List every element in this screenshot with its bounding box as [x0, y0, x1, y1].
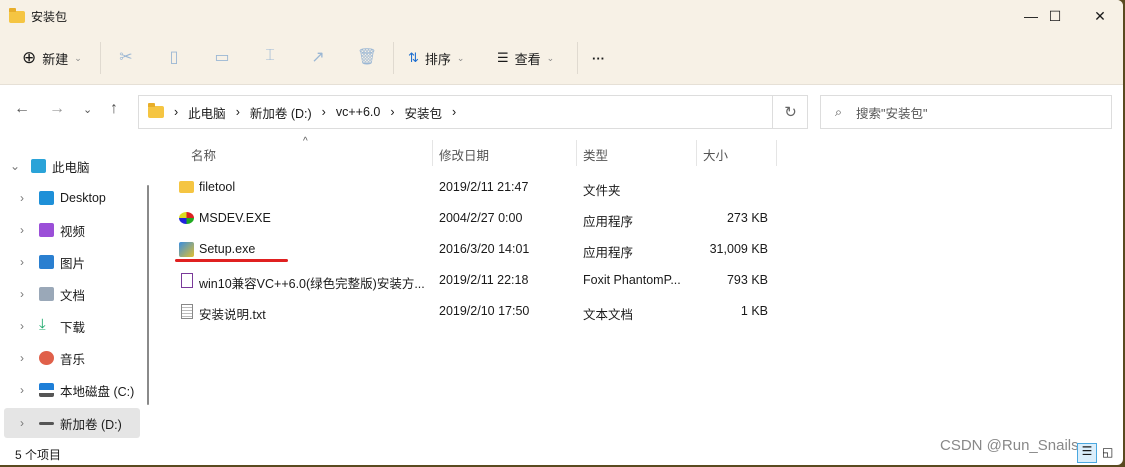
view-button[interactable]: ☰ 查看 ⌄: [497, 42, 554, 74]
breadcrumb-item[interactable]: 安装包: [405, 103, 443, 122]
computer-icon: [31, 159, 46, 173]
chevron-down-icon[interactable]: ⌄: [10, 159, 20, 173]
chevron-right-icon[interactable]: ›: [20, 416, 24, 430]
chevron-right-icon: ›: [235, 105, 240, 119]
sort-icon: ⇅: [408, 50, 419, 65]
title-toolbar-area: 安装包 — ☐ ✕ ⊕ 新建 ⌄ ✂ ▯ ▭ ⌶ ↗ 🗑 ⇅ 排序 ⌄ ☰ 查看 ⌄ ···: [0, 0, 1123, 85]
sidebar-item-music[interactable]: › 音乐: [4, 343, 140, 373]
file-row[interactable]: MSDEV.EXE 2004/2/27 0:00 应用程序 273 KB: [170, 204, 780, 232]
breadcrumb-item[interactable]: vc++6.0: [336, 105, 380, 119]
new-button[interactable]: ⊕ 新建 ⌄: [22, 42, 82, 74]
pdf-icon: [181, 273, 193, 288]
divider: [577, 42, 578, 74]
column-header-date[interactable]: 修改日期: [439, 145, 489, 165]
sidebar-item-desktop[interactable]: › Desktop: [4, 183, 140, 213]
status-item-count: 5 个项目: [15, 448, 62, 462]
breadcrumb-item[interactable]: 新加卷 (D:): [250, 103, 312, 122]
tiles-view-button[interactable]: ◱: [1102, 445, 1113, 459]
chevron-right-icon: ›: [390, 105, 395, 119]
column-header-name[interactable]: 名称: [191, 145, 216, 165]
chevron-right-icon: ›: [174, 105, 179, 119]
desktop-icon: [39, 191, 54, 205]
chevron-right-icon[interactable]: ›: [20, 223, 24, 237]
column-header-type[interactable]: 类型: [583, 145, 608, 165]
details-view-button[interactable]: ☰: [1077, 443, 1097, 463]
chevron-right-icon[interactable]: ›: [20, 351, 24, 365]
file-row[interactable]: 安装说明.txt 2019/2/10 17:50 文本文档 1 KB: [170, 297, 780, 325]
drive-c-icon: [39, 383, 54, 397]
rename-icon[interactable]: ⌶: [259, 47, 281, 69]
column-divider[interactable]: [696, 140, 697, 166]
search-input[interactable]: ⌕ 搜索"安装包": [820, 95, 1112, 129]
chevron-down-icon: ⌄: [74, 52, 82, 63]
documents-icon: [39, 287, 54, 301]
chevron-right-icon[interactable]: ›: [20, 319, 24, 333]
delete-icon[interactable]: 🗑: [356, 47, 378, 69]
title-bar: 安装包: [9, 7, 68, 25]
maximize-button[interactable]: ☐: [1032, 0, 1078, 32]
copy-icon[interactable]: ▯: [163, 47, 185, 69]
msdev-icon: [179, 212, 194, 224]
up-button[interactable]: ↑: [110, 100, 118, 118]
music-icon: [39, 351, 54, 365]
file-row[interactable]: filetool 2019/2/11 21:47 文件夹: [170, 173, 780, 201]
column-divider[interactable]: [576, 140, 577, 166]
list-icon: ☰: [497, 50, 509, 65]
file-row[interactable]: Setup.exe 2016/3/20 14:01 应用程序 31,009 KB: [170, 235, 780, 263]
sort-button[interactable]: ⇅ 排序 ⌄: [408, 42, 464, 74]
folder-icon: [9, 7, 25, 23]
chevron-right-icon: ›: [452, 105, 457, 119]
sidebar-item-downloads[interactable]: › ⤓ 下载: [4, 311, 140, 341]
plus-icon: ⊕: [22, 48, 37, 67]
red-underline-annotation: [175, 259, 288, 262]
column-divider[interactable]: [432, 140, 433, 166]
folder-icon: [179, 181, 194, 193]
search-icon: ⌕: [835, 104, 843, 119]
address-bar[interactable]: › 此电脑 › 新加卷 (D:) › vc++6.0 › 安装包 ›: [138, 95, 808, 129]
text-file-icon: [181, 304, 193, 319]
paste-icon[interactable]: ▭: [211, 47, 233, 69]
breadcrumb-item[interactable]: 此电脑: [188, 103, 226, 122]
refresh-button[interactable]: ↻: [772, 95, 808, 129]
divider: [393, 42, 394, 74]
chevron-right-icon[interactable]: ›: [20, 287, 24, 301]
drive-d-icon: [39, 422, 54, 425]
forward-button[interactable]: →: [49, 100, 65, 118]
folder-icon: [148, 103, 164, 118]
column-divider[interactable]: [776, 140, 777, 166]
chevron-right-icon[interactable]: ›: [20, 191, 24, 205]
chevron-right-icon[interactable]: ›: [20, 255, 24, 269]
download-icon: ⤓: [39, 316, 46, 333]
chevron-down-icon: ⌄: [546, 52, 555, 63]
pictures-icon: [39, 255, 54, 269]
back-button[interactable]: ←: [14, 100, 30, 118]
close-button[interactable]: ✕: [1077, 0, 1123, 32]
sidebar-item-documents[interactable]: › 文档: [4, 279, 140, 309]
sidebar-item-pictures[interactable]: › 图片: [4, 247, 140, 277]
watermark: CSDN @Run_Snails: [940, 437, 1079, 454]
sidebar-item-drive-c[interactable]: › 本地磁盘 (C:): [4, 375, 140, 405]
more-button[interactable]: ···: [592, 42, 605, 74]
share-icon[interactable]: ↗: [307, 47, 329, 69]
window-title: 安装包: [31, 10, 68, 24]
video-icon: [39, 223, 54, 237]
chevron-right-icon[interactable]: ›: [20, 383, 24, 397]
divider: [100, 42, 101, 74]
sidebar-scrollbar[interactable]: [147, 185, 149, 405]
sidebar-item-drive-d[interactable]: › 新加卷 (D:): [4, 408, 140, 438]
sidebar-item-videos[interactable]: › 视频: [4, 215, 140, 245]
chevron-right-icon: ›: [321, 105, 326, 119]
file-row[interactable]: win10兼容VC++6.0(绿色完整版)安装方... 2019/2/11 22…: [170, 266, 780, 294]
sidebar-item-this-pc[interactable]: ⌄ 此电脑: [4, 151, 140, 181]
file-explorer-window: 安装包 — ☐ ✕ ⊕ 新建 ⌄ ✂ ▯ ▭ ⌶ ↗ 🗑 ⇅ 排序 ⌄ ☰ 查看 ⌄ ···…: [0, 0, 1123, 465]
column-header-size[interactable]: 大小: [703, 145, 728, 165]
sort-ascending-icon: ^: [303, 136, 308, 147]
cut-icon[interactable]: ✂: [115, 47, 137, 69]
setup-icon: [179, 242, 194, 257]
chevron-down-icon: ⌄: [456, 52, 465, 63]
recent-dropdown[interactable]: ⌄: [83, 103, 92, 116]
